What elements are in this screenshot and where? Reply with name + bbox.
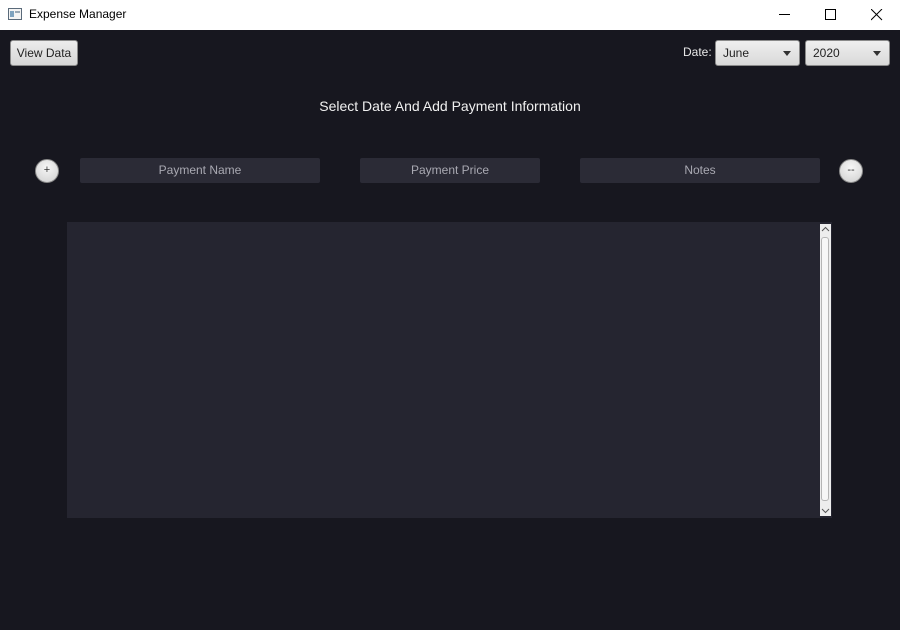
chevron-down-icon [873, 51, 881, 56]
window-app-icon [8, 8, 22, 20]
payment-price-field[interactable]: Payment Price [360, 158, 540, 183]
payment-name-field[interactable]: Payment Name [80, 158, 320, 183]
title-bar: Expense Manager [0, 0, 900, 30]
page-title: Select Date And Add Payment Information [319, 98, 581, 114]
view-data-button[interactable]: View Data [10, 40, 78, 66]
month-select[interactable]: June [715, 40, 800, 66]
year-select[interactable]: 2020 [805, 40, 890, 66]
minimize-icon [779, 14, 790, 15]
date-label: Date: [683, 45, 712, 59]
maximize-icon [825, 9, 836, 20]
window-title: Expense Manager [29, 7, 127, 21]
year-select-value: 2020 [813, 46, 840, 60]
remove-payment-button[interactable]: -- [839, 159, 863, 183]
notes-field[interactable]: Notes [580, 158, 820, 183]
close-button[interactable] [854, 0, 900, 30]
scroll-up-icon[interactable] [820, 224, 831, 236]
month-select-value: June [723, 46, 750, 60]
scrollbar-thumb[interactable] [821, 237, 829, 501]
main-content: View Data Date: June 2020 Select Date An… [0, 30, 900, 630]
maximize-button[interactable] [808, 0, 854, 30]
add-payment-button[interactable]: + [35, 159, 59, 183]
vertical-scrollbar[interactable] [820, 224, 831, 516]
close-icon [871, 9, 883, 21]
payment-list[interactable] [67, 222, 832, 518]
chevron-down-icon [783, 51, 791, 56]
minimize-button[interactable] [762, 0, 808, 30]
scroll-down-icon[interactable] [820, 504, 831, 516]
